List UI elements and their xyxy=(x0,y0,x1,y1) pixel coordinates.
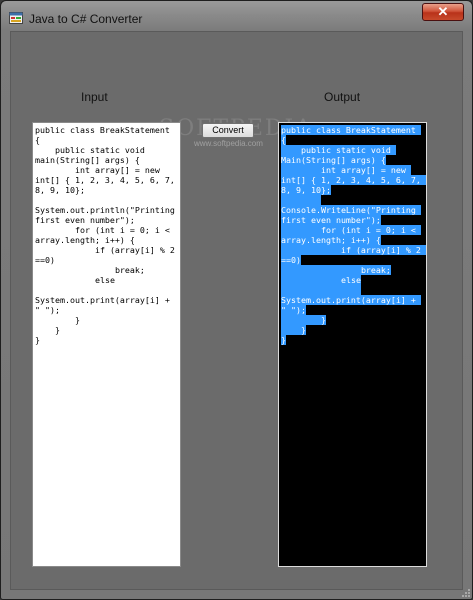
code-line: public class BreakStatement { xyxy=(281,125,421,145)
close-icon: ✕ xyxy=(437,4,449,19)
code-line: if (array[i] % 2 ==0) xyxy=(35,245,180,265)
code-line: Console.WriteLine("Printing first even n… xyxy=(281,195,421,225)
input-textbox[interactable]: public class BreakStatement { public sta… xyxy=(32,122,181,567)
output-label: Output xyxy=(324,90,361,104)
resize-grip-icon[interactable] xyxy=(461,588,471,598)
code-line: for (int i = 0; i < array.length; i++) { xyxy=(35,225,175,245)
code-line: } xyxy=(281,315,326,325)
form-client-area: Input Output SOFTPEDIA www.softpedia.com… xyxy=(10,31,463,590)
code-line: else xyxy=(35,275,115,285)
code-line: } xyxy=(35,335,40,345)
code-line: if (array[i] % 2 ==0) xyxy=(281,245,426,265)
code-line: int array[] = new int[] { 1, 2, 3, 4, 5,… xyxy=(281,165,426,195)
windows-form-icon xyxy=(9,12,23,24)
code-line: public static void main(String[] args) { xyxy=(35,145,150,165)
code-line: public static void Main(String[] args) { xyxy=(281,145,396,165)
close-button[interactable]: ✕ xyxy=(422,3,464,21)
input-code: public class BreakStatement { public sta… xyxy=(33,123,180,347)
convert-button[interactable]: Convert xyxy=(202,123,254,138)
code-line: else xyxy=(281,275,361,285)
output-code: public class BreakStatement { public sta… xyxy=(279,123,426,347)
code-line: break; xyxy=(35,265,145,275)
code-line: public class BreakStatement { xyxy=(35,125,175,145)
code-line: for (int i = 0; i < array.length; i++) { xyxy=(281,225,421,245)
code-line: } xyxy=(281,325,306,335)
code-line: System.out.print(array[i] + " "); xyxy=(281,285,421,315)
code-line: int array[] = new int[] { 1, 2, 3, 4, 5,… xyxy=(35,165,180,195)
output-textbox[interactable]: public class BreakStatement { public sta… xyxy=(278,122,427,567)
code-line: } xyxy=(35,315,80,325)
watermark-url: www.softpedia.com xyxy=(194,139,263,148)
window-title: Java to C# Converter xyxy=(29,12,143,26)
input-label: Input xyxy=(81,90,108,104)
app-window: Java to C# Converter ✕ Input Output SOFT… xyxy=(0,0,473,600)
title-bar[interactable]: Java to C# Converter ✕ xyxy=(1,1,472,31)
code-line: } xyxy=(281,335,286,345)
code-line: System.out.print(array[i] + " "); xyxy=(35,285,175,315)
code-line: break; xyxy=(281,265,391,275)
code-line: System.out.println("Printing first even … xyxy=(35,195,180,225)
code-line: } xyxy=(35,325,60,335)
